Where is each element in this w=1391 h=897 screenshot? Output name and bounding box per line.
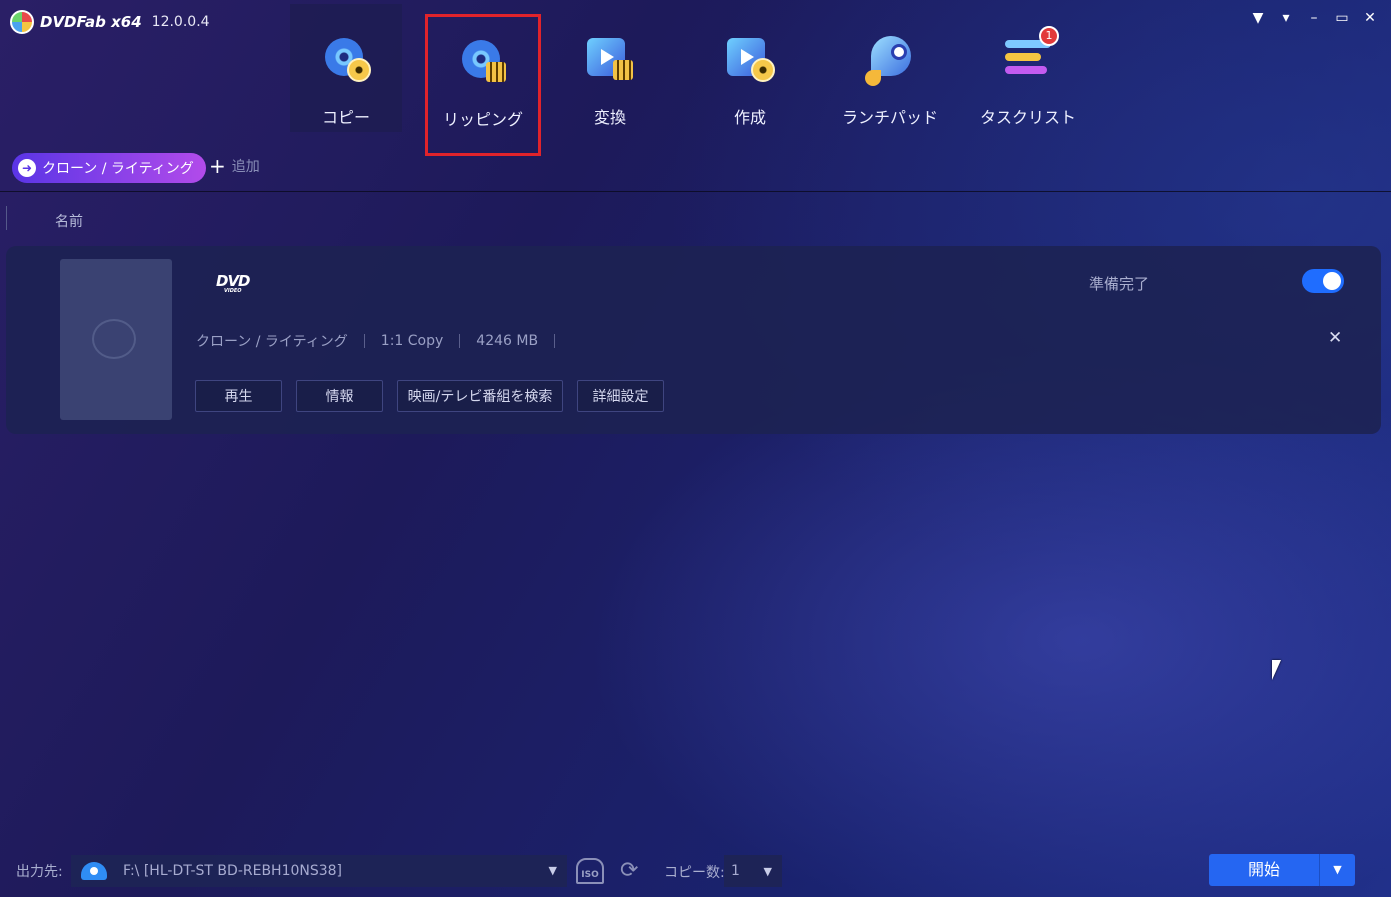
nav-create-label: 作成 bbox=[733, 108, 766, 127]
rocket-icon bbox=[863, 34, 917, 88]
disc-placeholder-icon bbox=[92, 319, 136, 359]
arrow-right-icon: ➜ bbox=[18, 159, 36, 177]
meta-separator bbox=[554, 334, 556, 348]
output-target-value: F:\ [HL-DT-ST BD-REBH10NS38] bbox=[123, 863, 343, 879]
task-card: DVD VIDEO 準備完了 ✕ クローン / ライティング 1:1 Copy … bbox=[6, 246, 1381, 434]
column-header-name[interactable]: 名前 bbox=[55, 211, 83, 231]
top-nav: コピー リッピング 変換 作成 ランチパッド 1 タスクリスト bbox=[290, 4, 1096, 156]
nav-ripping[interactable]: リッピング bbox=[425, 14, 541, 156]
task-meta: クローン / ライティング 1:1 Copy 4246 MB bbox=[196, 331, 571, 351]
plus-icon: + bbox=[209, 154, 226, 178]
task-copy-type: 1:1 Copy bbox=[380, 333, 444, 349]
start-button[interactable]: 開始 ▼ bbox=[1209, 854, 1355, 886]
app-version: 12.0.0.4 bbox=[151, 14, 210, 30]
remove-task-icon[interactable]: ✕ bbox=[1328, 328, 1342, 348]
search-movie-button[interactable]: 映画/テレビ番組を検索 bbox=[397, 380, 563, 412]
task-mode: クローン / ライティング bbox=[196, 334, 348, 350]
drive-icon bbox=[81, 862, 107, 880]
output-label: 出力先: bbox=[16, 864, 63, 880]
ripping-disc-icon bbox=[456, 36, 510, 90]
convert-video-icon bbox=[583, 34, 637, 88]
nav-copy[interactable]: コピー bbox=[290, 4, 402, 132]
play-button[interactable]: 再生 bbox=[195, 380, 282, 412]
maximize-icon[interactable]: ▭ bbox=[1335, 10, 1349, 26]
refresh-icon[interactable]: ⟳ bbox=[620, 858, 638, 883]
task-status: 準備完了 bbox=[1089, 275, 1150, 293]
nav-create[interactable]: 作成 bbox=[680, 4, 820, 132]
dvd-video-logo: DVD VIDEO bbox=[216, 272, 251, 294]
copies-select[interactable]: 1 ▼ bbox=[724, 855, 782, 887]
nav-launchpad-label: ランチパッド bbox=[841, 108, 938, 127]
copies-label: コピー数: bbox=[664, 865, 725, 881]
task-enable-toggle[interactable] bbox=[1302, 269, 1344, 293]
mode-label: クローン / ライティング bbox=[42, 161, 194, 177]
start-options-chevron-icon[interactable]: ▼ bbox=[1319, 854, 1355, 886]
nav-launchpad[interactable]: ランチパッド bbox=[820, 4, 960, 132]
task-actions: 再生 情報 映画/テレビ番組を検索 詳細設定 bbox=[195, 380, 664, 412]
nav-convert-label: 変換 bbox=[593, 108, 626, 127]
window-controls: ▼ ▾ – ▭ ✕ bbox=[1251, 10, 1377, 26]
nav-convert[interactable]: 変換 bbox=[540, 4, 680, 132]
meta-separator bbox=[363, 334, 365, 348]
app-title: DVDFab x64 12.0.0.4 bbox=[10, 10, 210, 34]
toolbar-divider bbox=[0, 191, 1391, 192]
app-brand: DVDFab x64 bbox=[40, 13, 142, 31]
task-size: 4246 MB bbox=[476, 333, 539, 349]
iso-icon[interactable]: ISO bbox=[576, 858, 604, 884]
tasklist-badge: 1 bbox=[1039, 26, 1059, 46]
start-label: 開始 bbox=[1247, 860, 1280, 879]
nav-copy-label: コピー bbox=[321, 108, 370, 127]
meta-separator bbox=[459, 334, 461, 348]
mouse-pointer-icon bbox=[1272, 660, 1290, 680]
copies-value: 1 bbox=[731, 863, 740, 879]
add-label: 追加 bbox=[231, 159, 260, 175]
info-button[interactable]: 情報 bbox=[296, 380, 383, 412]
advanced-settings-button[interactable]: 詳細設定 bbox=[577, 380, 664, 412]
chevron-down-icon: ▼ bbox=[763, 865, 772, 878]
mode-selector-button[interactable]: ➜ クローン / ライティング bbox=[12, 153, 206, 183]
copy-disc-icon bbox=[319, 34, 373, 88]
nav-tasklist-label: タスクリスト bbox=[979, 108, 1076, 127]
shirt-icon[interactable]: ▼ bbox=[1251, 10, 1265, 26]
nav-tasklist[interactable]: 1 タスクリスト bbox=[960, 4, 1096, 132]
minimize-icon[interactable]: – bbox=[1307, 10, 1321, 26]
create-video-icon bbox=[723, 34, 777, 88]
disc-thumbnail bbox=[60, 259, 172, 420]
column-resize-handle[interactable] bbox=[6, 206, 7, 230]
close-icon[interactable]: ✕ bbox=[1363, 10, 1377, 26]
nav-ripping-label: リッピング bbox=[442, 110, 523, 129]
add-source-button[interactable]: + 追加 bbox=[209, 156, 260, 176]
dvdfab-logo-icon bbox=[10, 10, 34, 34]
chevron-down-icon: ▼ bbox=[548, 864, 557, 877]
tasklist-icon: 1 bbox=[1001, 26, 1059, 88]
menu-dropdown-icon[interactable]: ▾ bbox=[1279, 10, 1293, 26]
output-target-select[interactable]: F:\ [HL-DT-ST BD-REBH10NS38] ▼ bbox=[71, 855, 567, 887]
